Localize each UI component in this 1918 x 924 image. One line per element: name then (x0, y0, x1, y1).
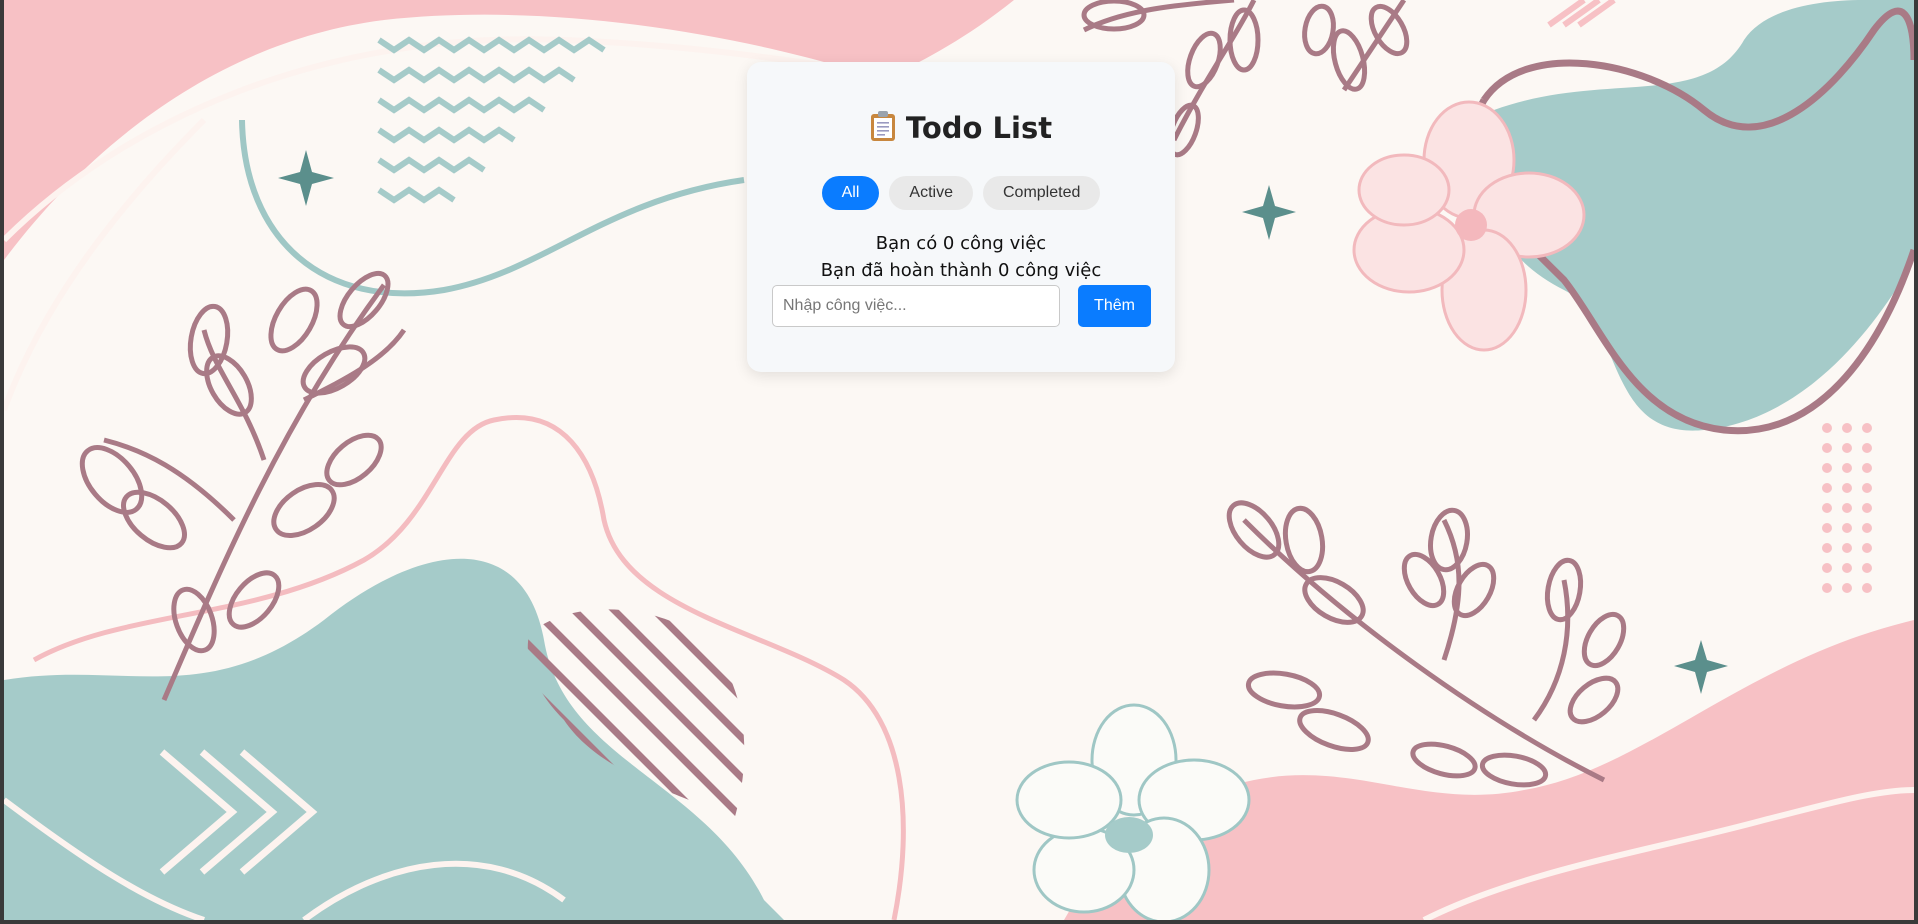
dot-grid (1822, 423, 1872, 593)
todo-card: Todo List All Active Completed Bạn có 0 cô… (747, 62, 1175, 372)
add-task-button[interactable]: Thêm (1078, 285, 1151, 327)
filter-tabs: All Active Completed (747, 176, 1175, 210)
completed-count-text: Bạn đã hoàn thành 0 công việc (820, 260, 1102, 281)
leaf-branch-bottom-right (1226, 500, 1627, 788)
app-title-text: Todo List (905, 111, 1053, 145)
browser-viewport: Todo List All Active Completed Bạn có 0 cô… (4, 0, 1914, 920)
sparkle-shape (1674, 640, 1728, 694)
zigzag-pattern (377, 36, 606, 204)
teal-arch (239, 119, 745, 297)
sparkle-shape (1242, 185, 1296, 240)
filter-all-button[interactable]: All (821, 176, 880, 210)
task-input[interactable] (772, 285, 1060, 327)
page-title: Todo List (747, 110, 1175, 150)
sparkle-shape (278, 150, 334, 206)
task-count-text: Bạn có 0 công việc (875, 233, 1047, 254)
clipboard-icon (870, 110, 896, 150)
filter-completed-button[interactable]: Completed (982, 176, 1101, 210)
filter-active-button[interactable]: Active (889, 176, 973, 210)
